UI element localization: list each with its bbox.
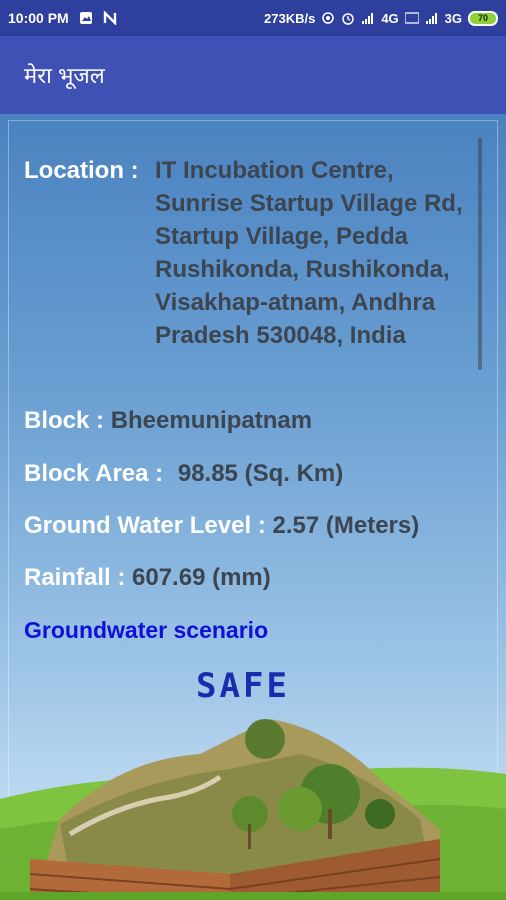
landscape-illustration (0, 719, 506, 900)
location-value: IT Incubation Centre, Sunrise Startup Vi… (155, 157, 463, 349)
location-label: Location : (24, 157, 139, 184)
status-bar: 10:00 PM 273KB/s 4G 3G 70 (0, 0, 506, 36)
status-time: 10:00 PM (8, 10, 69, 26)
notification-n-icon (103, 11, 116, 25)
block-value: Bheemunipatnam (110, 407, 313, 434)
rainfall-row: Rainfall : 607.69 (mm) (24, 561, 271, 594)
ground-water-level-value: 2.57 (Meters) (272, 512, 420, 539)
scrollbar[interactable] (478, 138, 482, 370)
ground-water-level-label: Ground Water Level : (24, 512, 266, 539)
block-area-label: Block Area : (24, 460, 164, 487)
volte-icon (404, 12, 419, 24)
signal-strength-icon (362, 13, 374, 24)
block-area-row: Block Area : 98.85 (Sq. Km) (24, 457, 343, 490)
app-title: मेरा भूजल (24, 63, 105, 88)
rainfall-value: 607.69 (mm) (132, 564, 271, 591)
app-bar: मेरा भूजल (0, 36, 506, 114)
block-label: Block : (24, 407, 105, 434)
gallery-icon (79, 12, 92, 24)
battery-icon: 70 (468, 10, 498, 26)
block-row: Block : Bheemunipatnam (24, 404, 312, 437)
signal-strength-2-icon (425, 13, 437, 24)
groundwater-scenario-link[interactable]: Groundwater scenario (24, 614, 268, 647)
network-type-1: 4G (381, 10, 399, 26)
details-panel[interactable]: Location : IT Incubation Centre, Sunrise… (0, 114, 506, 900)
rainfall-label: Rainfall : (24, 564, 126, 591)
network-type-2: 3G (444, 10, 462, 26)
network-speed: 273KB/s (264, 10, 316, 26)
alarm-icon (342, 13, 355, 25)
ground-water-level-row: Ground Water Level : 2.57 (Meters) (24, 509, 419, 542)
block-area-value: 98.85 (Sq. Km) (177, 460, 344, 487)
sync-icon (322, 12, 335, 24)
